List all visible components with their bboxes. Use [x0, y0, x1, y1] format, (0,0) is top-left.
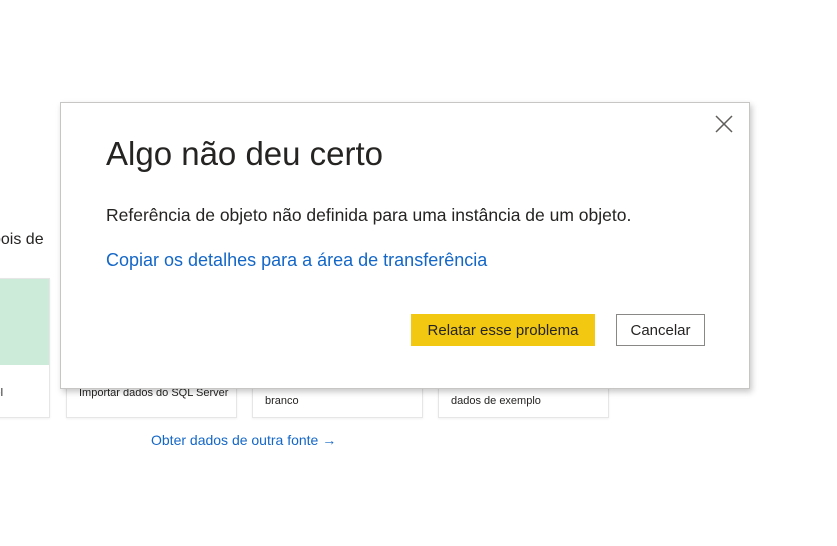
card-label: cel — [0, 387, 4, 399]
cancel-button[interactable]: Cancelar — [616, 314, 705, 346]
close-button[interactable] — [713, 113, 735, 135]
card-label: dados de exemplo — [451, 395, 541, 407]
get-data-card-excel[interactable]: cel — [0, 278, 50, 418]
report-problem-button[interactable]: Relatar esse problema — [411, 314, 595, 346]
other-source-link[interactable]: Obter dados de outra fonte → — [151, 432, 336, 448]
error-dialog: Algo não deu certo Referência de objeto … — [60, 102, 750, 389]
card-label: branco — [265, 395, 299, 407]
app-window: pois de cel Importar dados do SQL Server… — [0, 0, 837, 546]
dialog-title: Algo não deu certo — [106, 135, 384, 172]
card-thumbnail — [0, 279, 49, 365]
close-icon — [715, 115, 733, 133]
copy-details-link[interactable]: Copiar os detalhes para a área de transf… — [106, 250, 487, 271]
background-partial-text: pois de — [0, 231, 44, 248]
error-message: Referência de objeto não definida para u… — [106, 205, 632, 225]
